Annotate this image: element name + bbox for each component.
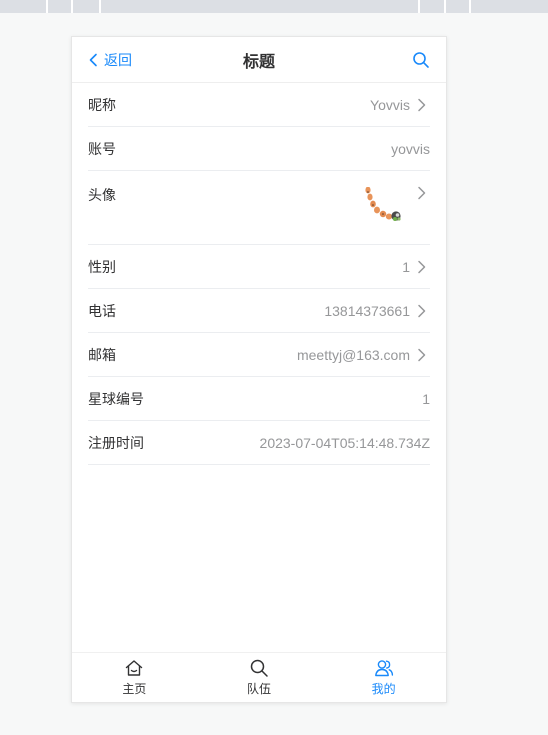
tab-team[interactable]: 队伍 xyxy=(197,653,322,702)
tab-label: 我的 xyxy=(371,682,396,696)
account-value: yovvis xyxy=(391,141,430,157)
email-value: meettyj@163.com xyxy=(296,347,410,363)
cell-label: 账号 xyxy=(88,141,116,157)
search-icon xyxy=(250,659,268,677)
tab-bar: 主页 队伍 我的 xyxy=(72,652,446,702)
mobile-app-frame: 返回 标题 昵称 Yovvis 账号 yovvis 头像 性别 1 电话 138… xyxy=(71,36,447,703)
gender-value: 1 xyxy=(402,259,410,275)
tab-mine[interactable]: 我的 xyxy=(321,653,446,702)
nickname-value: Yovvis xyxy=(370,97,410,113)
account-cell: 账号 yovvis xyxy=(72,127,446,171)
tab-home[interactable]: 主页 xyxy=(72,653,197,702)
gender-cell[interactable]: 性别 1 xyxy=(72,245,446,289)
register-time-cell: 注册时间 2023-07-04T05:14:48.734Z xyxy=(72,421,446,465)
planet-code-cell: 星球编号 1 xyxy=(72,377,446,421)
cell-label: 电话 xyxy=(88,303,116,319)
avatar-cell[interactable]: 头像 xyxy=(72,171,446,245)
nav-bar: 返回 标题 xyxy=(72,37,446,83)
cell-label: 昵称 xyxy=(88,97,116,113)
browser-top-strip xyxy=(0,0,548,13)
back-label: 返回 xyxy=(104,52,132,68)
chevron-right-icon xyxy=(418,98,426,112)
back-button[interactable]: 返回 xyxy=(88,37,132,83)
register-time-value: 2023-07-04T05:14:48.734Z xyxy=(259,435,430,451)
chevron-right-icon xyxy=(418,304,426,318)
tab-label: 主页 xyxy=(122,682,147,696)
cell-label: 头像 xyxy=(88,187,116,203)
cell-label: 性别 xyxy=(88,259,116,275)
avatar-image xyxy=(365,187,401,221)
planet-code-value: 1 xyxy=(422,391,430,407)
cell-label: 邮箱 xyxy=(88,347,116,363)
phone-cell[interactable]: 电话 13814373661 xyxy=(72,289,446,333)
home-icon xyxy=(126,660,143,676)
user-friends-icon xyxy=(374,660,393,677)
chevron-right-icon xyxy=(418,186,426,200)
profile-cell-group: 昵称 Yovvis 账号 yovvis 头像 性别 1 电话 138143736… xyxy=(72,83,446,465)
tab-label: 队伍 xyxy=(247,682,272,696)
email-cell[interactable]: 邮箱 meettyj@163.com xyxy=(72,333,446,377)
search-icon[interactable] xyxy=(412,51,430,69)
chevron-right-icon xyxy=(418,260,426,274)
chevron-right-icon xyxy=(418,348,426,362)
nickname-cell[interactable]: 昵称 Yovvis xyxy=(72,83,446,127)
phone-value: 13814373661 xyxy=(324,303,410,319)
cell-label: 注册时间 xyxy=(88,435,144,451)
chevron-left-icon xyxy=(89,53,97,67)
cell-label: 星球编号 xyxy=(88,391,144,407)
